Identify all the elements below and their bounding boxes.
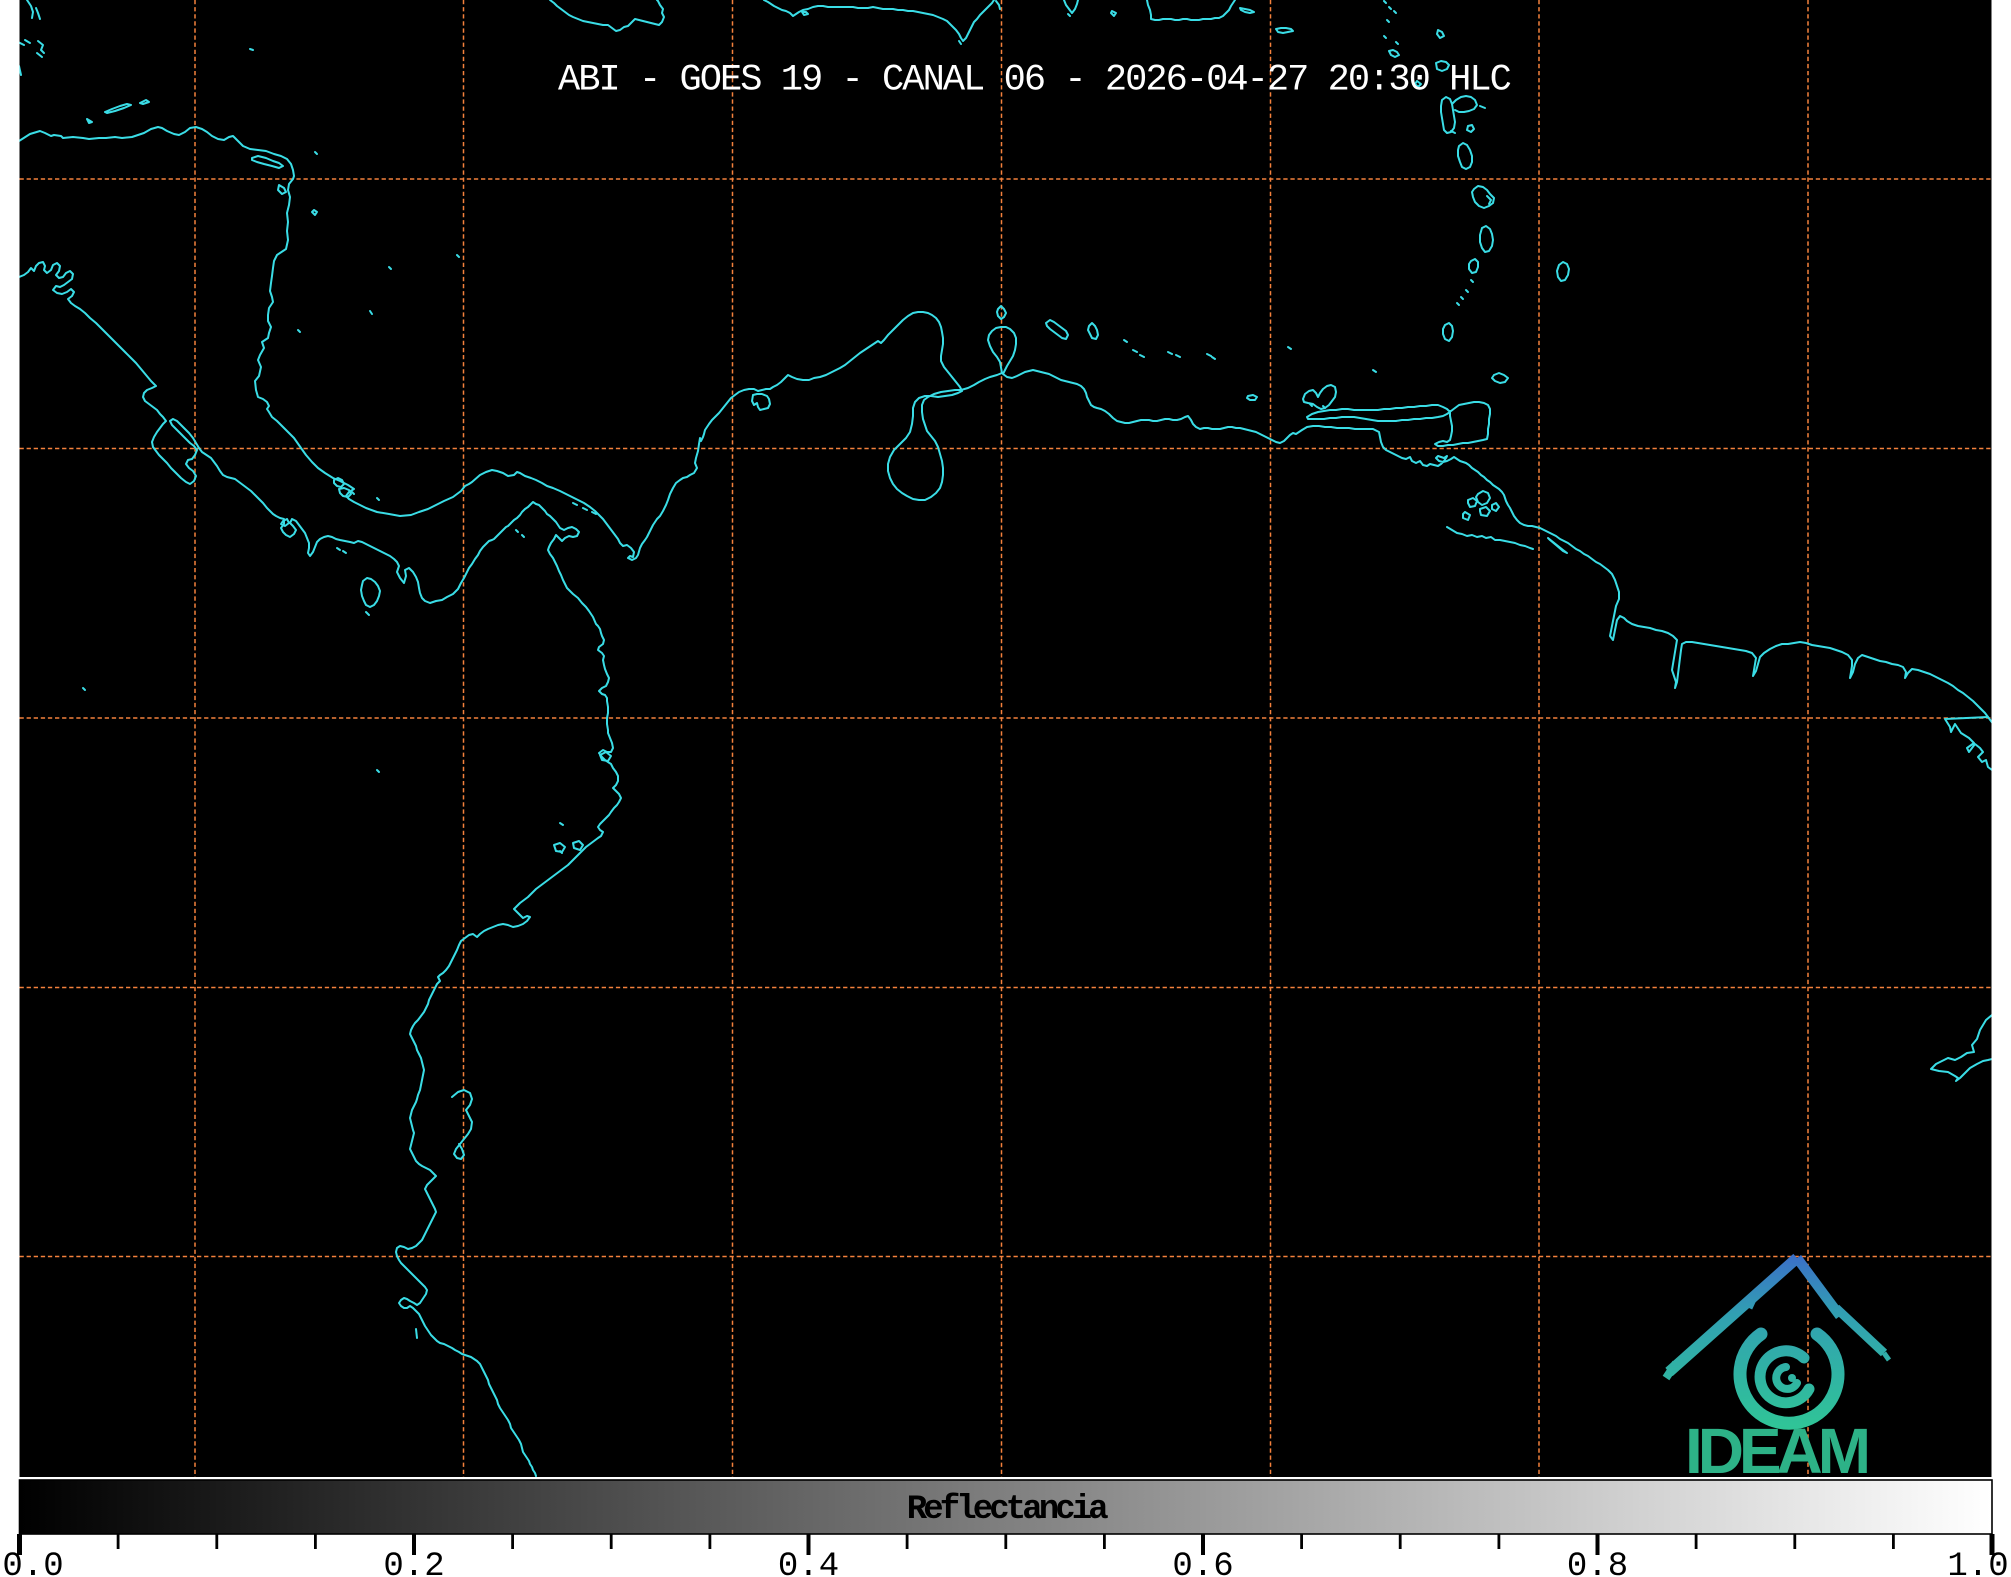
svg-text:0.2: 0.2 [383, 1548, 444, 1577]
svg-text:0.8: 0.8 [1567, 1548, 1628, 1577]
svg-text:ABI - GOES 19 - CANAL 06 - 202: ABI - GOES 19 - CANAL 06 - 2026-04-27 20… [558, 60, 1511, 102]
svg-text:1.0: 1.0 [1947, 1548, 2008, 1577]
svg-text:IDEAM: IDEAM [1685, 1415, 1871, 1487]
svg-text:0.4: 0.4 [778, 1548, 839, 1577]
svg-text:Reflectancia: Reflectancia [907, 1491, 1109, 1529]
svg-text:0.6: 0.6 [1172, 1548, 1233, 1577]
svg-text:0.0: 0.0 [2, 1548, 63, 1577]
